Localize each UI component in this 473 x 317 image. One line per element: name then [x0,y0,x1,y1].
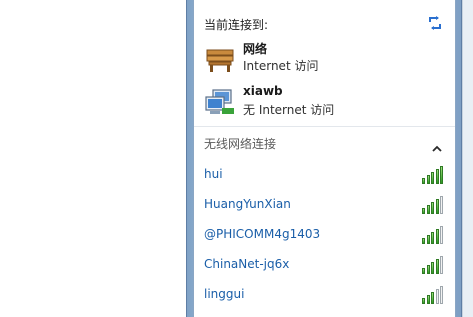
chevron-up-icon[interactable] [432,138,442,152]
signal-bar [426,175,430,184]
signal-bar [426,235,430,244]
signal-bar [431,202,434,214]
wifi-signal-icon [422,284,446,304]
wifi-network-item[interactable]: ChinaNet-jq6x [194,250,455,280]
wireless-section-title: 无线网络连接 [204,137,277,151]
signal-bar [426,295,430,304]
wireless-section-header[interactable]: 无线网络连接 [204,135,444,153]
signal-bar [431,172,434,184]
network-bench-icon [204,42,236,74]
signal-bar [440,166,443,184]
signal-bar [435,229,439,244]
connection-status: 无 Internet 访问 [243,103,335,117]
current-connections-title: 当前连接到: [204,18,269,32]
signal-bar [440,196,443,214]
connection-name: xiawb [243,84,283,98]
connection-xiawb[interactable]: xiawb 无 Internet 访问 [204,84,444,120]
signal-bar [431,262,434,274]
signal-bar [422,268,425,274]
wifi-network-item[interactable]: HuangYunXian [194,190,455,220]
connection-status: Internet 访问 [243,59,319,73]
signal-bar [422,208,425,214]
wifi-signal-icon [422,164,446,184]
section-divider [194,126,455,127]
wifi-network-name: linggui [204,287,245,301]
signal-bar [426,205,430,214]
signal-bar [422,238,425,244]
signal-bar [435,169,439,184]
refresh-icon[interactable] [426,14,444,32]
wifi-signal-icon [422,224,446,244]
signal-bar [431,292,434,304]
wifi-network-name: hui [204,167,223,181]
connection-network[interactable]: 网络 Internet 访问 [204,40,444,76]
wifi-signal-icon [422,194,446,214]
signal-bar [422,178,425,184]
signal-bar [440,256,443,274]
wifi-signal-icon [422,254,446,274]
computer-network-icon [204,86,236,118]
signal-bar [440,286,443,304]
signal-bar [431,232,434,244]
wifi-network-item[interactable]: linggui [194,280,455,310]
wifi-network-name: ChinaNet-jq6x [204,257,290,271]
connection-name: 网络 [243,42,268,56]
window-edge [462,0,473,317]
signal-bar [435,289,439,304]
wifi-network-item[interactable]: hui [194,160,455,190]
signal-bar [440,226,443,244]
signal-bar [435,259,439,274]
signal-bar [426,265,430,274]
signal-bar [435,199,439,214]
signal-bar [422,298,425,304]
current-connections-header: 当前连接到: [204,16,444,36]
network-flyout: 当前连接到: 网络 Internet 访问 xiawb 无 Internet 访… [193,0,456,317]
wifi-network-item[interactable]: @PHICOMM4g1403 [194,220,455,250]
wifi-network-name: @PHICOMM4g1403 [204,227,321,241]
wifi-network-name: HuangYunXian [204,197,291,211]
